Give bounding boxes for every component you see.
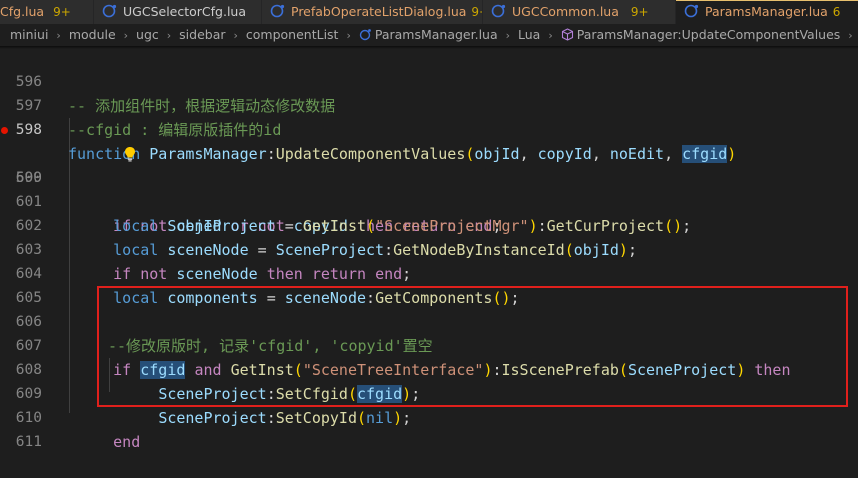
code-line[interactable]: 597 --cfgid : 编辑原版插件的id: [0, 70, 858, 139]
lightbulb-icon[interactable]: [70, 121, 136, 162]
tab-ugcselectorcfg-lua[interactable]: UGCSelectorCfg.lua: [94, 0, 262, 24]
lua-file-icon: [359, 26, 372, 41]
breadcrumb-item-lua[interactable]: Lua: [518, 24, 540, 46]
problem-count-badge: 9+: [53, 5, 71, 19]
breadcrumb-separator: ›: [233, 29, 238, 42]
breadcrumb-separator: ›: [166, 29, 172, 42]
lua-file-icon: [684, 4, 700, 18]
breadcrumb-item-sidebar[interactable]: sidebar: [179, 24, 225, 46]
code-line[interactable]: 599 if not objId or not copyId then retu…: [0, 118, 858, 235]
line-number: 611: [15, 434, 42, 450]
code-statement: end: [113, 433, 141, 451]
breadcrumb-separator: ›: [848, 29, 853, 42]
problem-count-badge: 9+: [471, 5, 482, 19]
tab-label: UGCSelectorCfg.lua: [123, 4, 247, 19]
code-line[interactable]: 600: [0, 142, 858, 186]
code-line[interactable]: 601 local SceneProject = GetInst("SceneP…: [0, 166, 858, 235]
code-line[interactable]: 605: [0, 262, 858, 306]
method-cube-icon: [561, 26, 574, 41]
tab-label: PrefabOperateListDialog.lua: [291, 4, 467, 19]
scroll-shadow: [0, 46, 858, 49]
breadcrumb-item-function[interactable]: ParamsManager:UpdateComponentValues: [577, 24, 841, 46]
tab-paramsmanager-lua[interactable]: ParamsManager.lua 6: [676, 0, 858, 24]
code-line[interactable]: 602 local sceneNode = SceneProject:GetNo…: [0, 190, 858, 259]
editor-tab-bar: Cfg.lua 9+ UGCSelectorCfg.lua PrefabOper…: [0, 0, 858, 24]
breadcrumb-separator: ›: [346, 29, 351, 42]
breadcrumb-item-file[interactable]: ParamsManager.lua: [375, 24, 498, 46]
tab-label: ParamsManager.lua: [705, 4, 828, 19]
lua-file-icon: [491, 4, 507, 18]
annotation-highlight-box: [97, 286, 848, 407]
code-line[interactable]: 611: [0, 406, 858, 450]
breadcrumb-item-componentlist[interactable]: componentList: [246, 24, 339, 46]
code-line-current[interactable]: 598 function ParamsManager:UpdateCompone…: [0, 94, 858, 163]
breadcrumb-separator: ›: [505, 29, 511, 42]
code-editor[interactable]: 596 -- 添加组件时，根据逻辑动态修改数据 597 --cfgid : 编辑…: [0, 46, 858, 451]
problem-count-badge: 9+: [630, 5, 649, 19]
code-line[interactable]: 604 local components = sceneNode:GetComp…: [0, 238, 858, 307]
code-line[interactable]: 596 -- 添加组件时，根据逻辑动态修改数据: [0, 46, 858, 115]
tab-label: UGCCommon.lua: [512, 4, 619, 19]
breakpoint-icon[interactable]: [1, 127, 8, 134]
tab-prefaboperatelistdialog-lua[interactable]: PrefabOperateListDialog.lua 9+: [262, 0, 483, 24]
breadcrumb: miniui › module › ugc › sidebar › compon…: [0, 24, 858, 46]
breadcrumb-item-ugc[interactable]: ugc: [136, 24, 159, 46]
lua-file-icon: [102, 4, 118, 18]
tab-label: Cfg.lua: [0, 4, 45, 19]
breadcrumb-item-miniui[interactable]: miniui: [10, 24, 48, 46]
tab-ugccommon-lua[interactable]: UGCCommon.lua 9+: [483, 0, 676, 24]
breadcrumb-separator: ›: [123, 29, 129, 42]
problem-count-badge: 6: [832, 5, 841, 19]
breadcrumb-separator: ›: [56, 29, 61, 42]
breadcrumb-item-module[interactable]: module: [69, 24, 116, 46]
lua-file-icon: [270, 4, 286, 18]
tab-cfg-lua[interactable]: Cfg.lua 9+: [0, 0, 94, 24]
code-line[interactable]: 603 if not sceneNode then return end;: [0, 214, 858, 283]
breadcrumb-separator: ›: [548, 29, 553, 42]
